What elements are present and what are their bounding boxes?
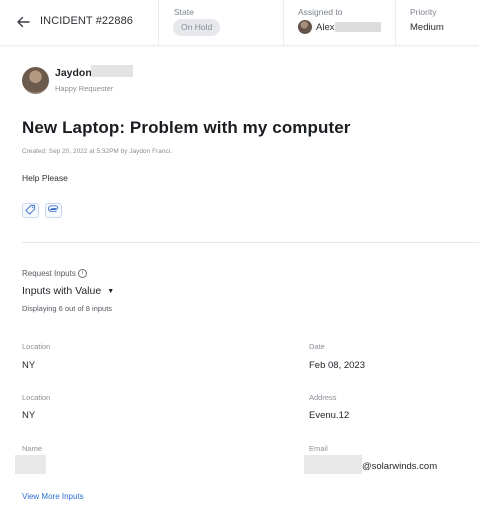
requester-name[interactable]: Jaydon — [55, 67, 92, 79]
inputs-filter-value: Inputs with Value — [22, 285, 102, 297]
priority-value[interactable]: Medium — [410, 22, 444, 33]
redaction-block — [91, 65, 133, 77]
field-value-address: Evenu.12 — [309, 410, 350, 421]
section-divider — [22, 242, 479, 243]
redaction-block — [15, 455, 46, 474]
request-inputs-label: Request Inputs i — [22, 269, 87, 278]
arrow-left-icon[interactable] — [13, 12, 33, 32]
field-value-email: @solarwinds.com — [362, 461, 438, 472]
created-meta: Created: Sep 20, 2022 at 5:32PM by Jaydo… — [22, 148, 172, 155]
priority-field: Priority Medium — [395, 0, 479, 46]
tag-button[interactable] — [22, 203, 39, 218]
paperclip-icon — [48, 202, 59, 220]
view-more-inputs-link[interactable]: View More Inputs — [22, 492, 84, 501]
inputs-count: Displaying 6 out of 8 inputs — [22, 304, 113, 313]
state-label: State — [174, 7, 194, 17]
assigned-label: Assigned to — [298, 7, 343, 17]
attachment-button[interactable] — [45, 203, 62, 218]
field-value-location-2: NY — [22, 410, 36, 421]
redaction-block — [335, 22, 382, 32]
state-field: State On Hold — [158, 0, 283, 46]
incident-header: INCIDENT #22886 State On Hold Assigned t… — [0, 0, 479, 46]
info-icon[interactable]: i — [77, 269, 87, 278]
state-badge[interactable]: On Hold — [173, 19, 221, 36]
requester-avatar — [22, 67, 49, 94]
caret-down-icon: ▼ — [107, 287, 115, 295]
incident-title: New Laptop: Problem with my computer — [22, 118, 351, 137]
incident-number: INCIDENT #22886 — [40, 15, 134, 27]
inputs-filter-dropdown[interactable]: Inputs with Value ▼ — [22, 285, 114, 297]
field-label-location-2: Location — [22, 393, 51, 402]
redaction-block — [304, 455, 362, 474]
assignee-name: Alex — [316, 21, 335, 33]
priority-label: Priority — [410, 7, 437, 17]
tag-icon — [25, 202, 36, 220]
field-label-address: Address — [309, 393, 337, 402]
field-value-date: Feb 08, 2023 — [309, 360, 365, 371]
request-inputs-title: Request Inputs — [22, 269, 76, 278]
field-label-email: Email — [309, 444, 328, 453]
incident-description: Help Please — [22, 173, 68, 183]
field-label-location: Location — [22, 342, 51, 351]
assignee-selector[interactable]: Alex — [298, 20, 382, 34]
field-label-date: Date — [309, 342, 325, 351]
field-value-location: NY — [22, 360, 36, 371]
assignee-avatar — [298, 20, 312, 34]
requester-role: Happy Requester — [55, 84, 114, 93]
field-label-name: Name — [22, 444, 43, 453]
assigned-field: Assigned to Alex — [283, 0, 395, 46]
